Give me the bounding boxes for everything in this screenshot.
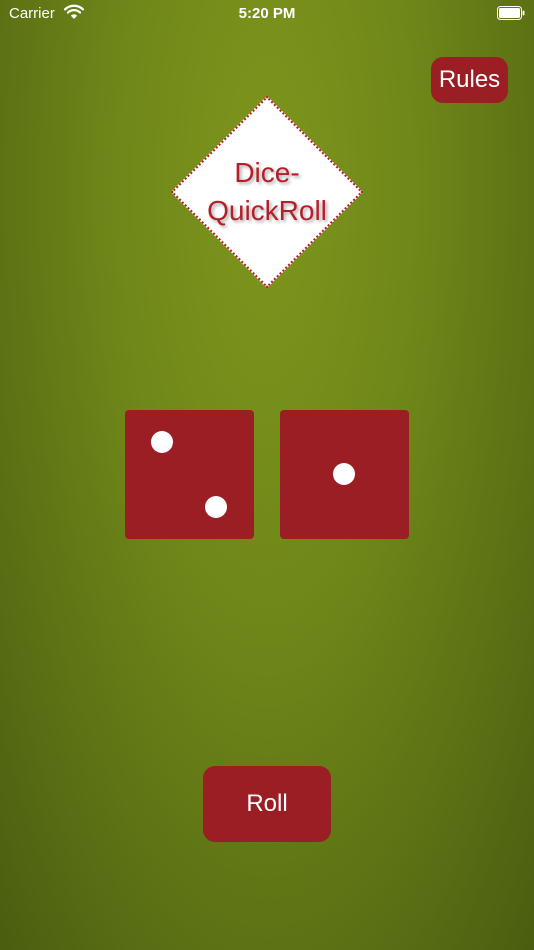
logo-line-2: QuickRoll [207, 195, 327, 226]
logo-line-1: Dice- [234, 157, 300, 188]
status-bar: Carrier 5:20 PM [0, 0, 534, 28]
die-pip [151, 431, 173, 453]
app-logo: Dice- QuickRoll [170, 95, 364, 289]
roll-button-label: Roll [246, 790, 288, 817]
die-left [125, 410, 254, 539]
die-right [280, 410, 409, 539]
roll-button[interactable]: Roll [203, 766, 331, 842]
battery-icon [497, 6, 525, 20]
rules-button[interactable]: Rules [431, 57, 508, 103]
rules-button-label: Rules [438, 66, 501, 93]
logo-text: Dice- QuickRoll [171, 154, 363, 230]
die-pip [205, 496, 227, 518]
die-pip [333, 463, 355, 485]
status-time: 5:20 PM [238, 5, 296, 22]
